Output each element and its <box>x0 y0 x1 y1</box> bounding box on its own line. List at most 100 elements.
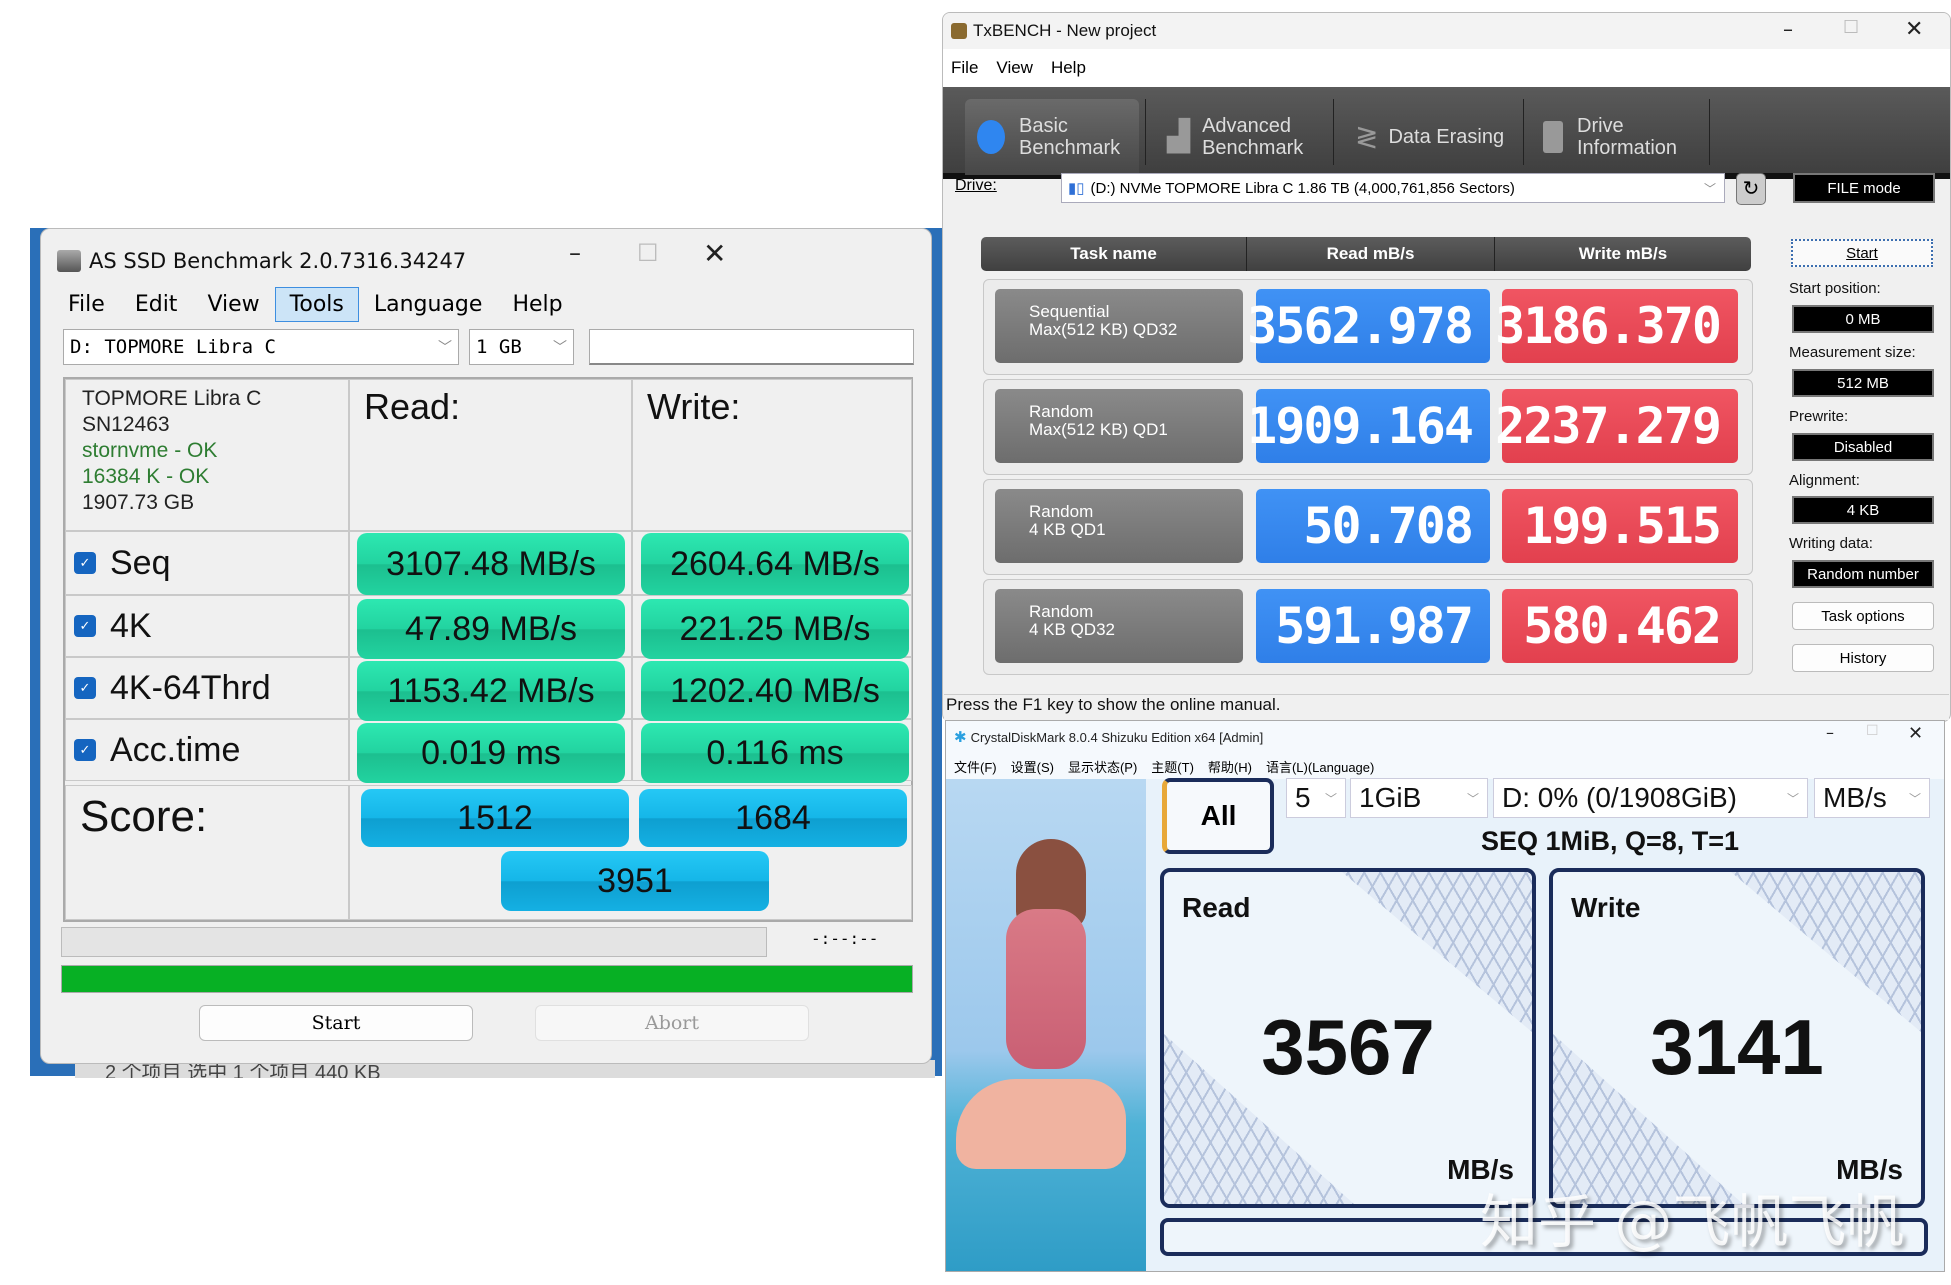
history-button[interactable]: History <box>1792 644 1934 672</box>
score-write: 1684 <box>639 789 907 847</box>
maximize-button[interactable]: ☐ <box>1866 723 1879 739</box>
abort-button[interactable]: Abort <box>535 1005 809 1041</box>
acc-write-result: 0.116 ms <box>641 723 909 783</box>
close-button[interactable]: ✕ <box>1905 17 1923 42</box>
chevron-down-icon: ﹀ <box>1466 791 1479 806</box>
menu-help[interactable]: Help <box>1051 58 1086 78</box>
close-button[interactable]: ✕ <box>1908 723 1923 744</box>
minimize-button[interactable]: – <box>1826 723 1834 742</box>
seq-read-result: 3107.48 MB/s <box>357 533 625 595</box>
drive-select-value: D: TOPMORE Libra C <box>70 336 276 358</box>
read-label: Read <box>1182 892 1251 923</box>
tab-label: Advanced <box>1202 115 1292 137</box>
seq-write-result: 2604.64 MB/s <box>641 533 909 595</box>
read-result: 591.987 <box>1256 589 1490 663</box>
maximize-button[interactable]: ☐ <box>1843 17 1859 38</box>
row-label: Acc.time <box>110 730 241 769</box>
as-ssd-window: AS SSD Benchmark 2.0.7316.34247 – ☐ ✕ Fi… <box>40 228 932 1064</box>
menu-help[interactable]: Help <box>497 287 577 322</box>
menu-file[interactable]: File <box>53 287 120 322</box>
menu-theme[interactable]: 主题(T) <box>1151 757 1194 776</box>
menu-view[interactable]: View <box>996 58 1033 78</box>
refresh-button[interactable]: ↻ <box>1736 173 1766 205</box>
write-result: 2237.279 <box>1495 389 1738 463</box>
stopwatch-icon <box>977 120 1005 154</box>
read-value: 3567 <box>1261 1003 1435 1091</box>
menu-view[interactable]: View <box>192 287 274 322</box>
tab-separator <box>1145 99 1146 165</box>
task-options-button[interactable]: Task options <box>1792 602 1934 630</box>
tab-label: Data Erasing <box>1388 126 1505 148</box>
prewrite-value: Disabled <box>1792 433 1934 461</box>
menu-profile[interactable]: 显示状态(P) <box>1068 757 1137 776</box>
refresh-icon: ↻ <box>1742 178 1760 200</box>
count-select[interactable]: 5 ﹀ <box>1286 778 1346 818</box>
menu-language[interactable]: 语言(L)(Language) <box>1266 757 1374 776</box>
write-result: 3186.370 <box>1495 289 1738 363</box>
shizuku-character-artwork <box>946 779 1146 1271</box>
4k-read-result: 47.89 MB/s <box>357 599 625 659</box>
minimize-button[interactable]: – <box>569 239 581 267</box>
start-button[interactable]: Start <box>1791 239 1933 267</box>
tab-separator <box>1333 99 1334 165</box>
write-panel: Write 3141 MB/s <box>1549 868 1925 1208</box>
task-name-button[interactable]: Random Max(512 KB) QD1 <box>995 389 1243 463</box>
menu-edit[interactable]: Edit <box>120 287 193 322</box>
tab-basic-benchmark[interactable]: Basic Benchmark <box>965 99 1139 175</box>
4k-write-result: 221.25 MB/s <box>641 599 909 659</box>
tab-label: Information <box>1577 137 1678 159</box>
task-name-button[interactable]: Random 4 KB QD1 <box>995 489 1243 563</box>
status-bar: Press the F1 key to show the online manu… <box>944 694 1949 720</box>
task-name-button[interactable]: Sequential Max(512 KB) QD32 <box>995 289 1243 363</box>
menu-file[interactable]: File <box>951 58 978 78</box>
menu-help[interactable]: 帮助(H) <box>1208 757 1252 776</box>
size-select[interactable]: 1 GB ﹀ <box>469 329 574 365</box>
menu-settings[interactable]: 设置(S) <box>1011 757 1054 776</box>
drive-select[interactable]: D: TOPMORE Libra C ﹀ <box>63 329 459 365</box>
drive-select[interactable]: ▮▯ (D:) NVMe TOPMORE Libra C 1.86 TB (4,… <box>1061 173 1725 203</box>
close-button[interactable]: ✕ <box>703 237 726 270</box>
row-acc-time[interactable]: ✓ Acc.time <box>65 719 349 781</box>
checkbox-4k-64thrd[interactable]: ✓ <box>74 677 96 699</box>
test-label: SEQ 1MiB, Q=8, T=1 <box>1480 826 1740 856</box>
read-result: 50.708 <box>1256 489 1490 563</box>
row-4k[interactable]: ✓ 4K <box>65 595 349 657</box>
tab-data-erasing[interactable]: ≷ Data Erasing <box>1345 99 1525 175</box>
minimize-button[interactable]: – <box>1783 17 1793 41</box>
task-name-button[interactable]: Random 4 KB QD32 <box>995 589 1243 663</box>
tab-label: Benchmark <box>1202 137 1304 159</box>
maximize-button[interactable]: ☐ <box>637 239 659 267</box>
unit-select[interactable]: MB/s ﹀ <box>1814 778 1930 818</box>
read-result: 1909.164 <box>1247 389 1490 463</box>
drive-value: D: 0% (0/1908GiB) <box>1502 782 1737 813</box>
chevron-down-icon: ﹀ <box>438 340 452 356</box>
app-icon <box>951 23 967 39</box>
checkbox-acc-time[interactable]: ✓ <box>74 739 96 761</box>
menu-tools[interactable]: Tools <box>274 287 359 322</box>
score-total: 3951 <box>501 851 769 911</box>
prewrite-label: Prewrite: <box>1789 408 1849 425</box>
start-button[interactable]: Start <box>199 1005 473 1041</box>
row-4k-64thrd[interactable]: ✓ 4K-64Thrd <box>65 657 349 719</box>
tab-separator <box>1523 99 1524 165</box>
read-panel: Read 3567 MB/s <box>1160 868 1536 1208</box>
menu-bar: File View Help <box>943 49 1950 87</box>
4k64-read-result: 1153.42 MB/s <box>357 661 625 721</box>
tab-drive-information[interactable]: Drive Information <box>1535 99 1715 175</box>
row-label: Seq <box>110 543 171 582</box>
driver-status: stornvme - OK <box>82 439 218 462</box>
all-button[interactable]: All <box>1162 778 1274 854</box>
size-select[interactable]: 1GiB ﹀ <box>1350 778 1488 818</box>
checkbox-4k[interactable]: ✓ <box>74 615 96 637</box>
menu-language[interactable]: Language <box>359 287 498 322</box>
column-read: Read mB/s <box>1247 237 1495 271</box>
bar-chart-icon: ▟ <box>1167 120 1191 153</box>
elapsed-timer: -:--:-- <box>811 929 879 948</box>
row-seq[interactable]: ✓ Seq <box>65 531 349 595</box>
drive-select[interactable]: D: 0% (0/1908GiB) ﹀ <box>1493 778 1808 818</box>
checkbox-seq[interactable]: ✓ <box>74 552 96 574</box>
menu-file[interactable]: 文件(F) <box>954 757 997 776</box>
tab-advanced-benchmark[interactable]: ▟ Advanced Benchmark <box>1157 99 1327 175</box>
eraser-icon: ≷ <box>1355 121 1379 152</box>
extra-input[interactable] <box>589 329 914 365</box>
